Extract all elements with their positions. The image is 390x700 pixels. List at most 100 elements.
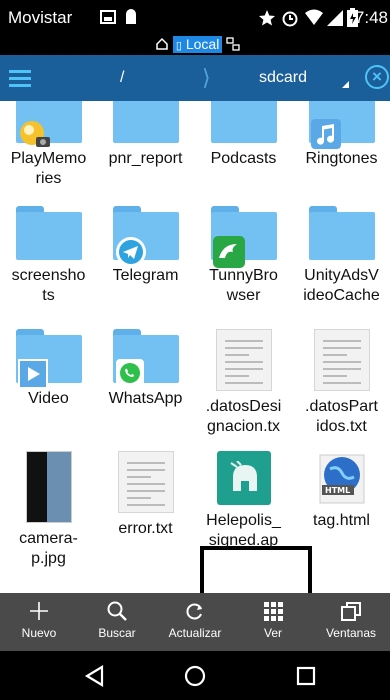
text-line	[126, 497, 151, 499]
file-name: camera-p.jpg	[19, 530, 78, 567]
image-thumbnail-icon	[25, 451, 72, 523]
text-file-icon	[313, 329, 370, 391]
text-line	[224, 368, 263, 370]
file-name: Podcasts	[210, 150, 277, 167]
refresh-icon	[156, 600, 234, 624]
path-separator-chevron-icon: ⟩	[202, 65, 211, 90]
file-item[interactable]: Podcasts	[195, 101, 292, 169]
dolphin-icon	[212, 236, 245, 268]
svg-text:HTML: HTML	[325, 486, 350, 495]
close-icon[interactable]: ×	[365, 65, 389, 89]
file-name: .datosPart idos.txt	[305, 398, 378, 435]
nuevo-button[interactable]: Nuevo	[0, 593, 78, 651]
file-item[interactable]: UnityAdsV ideoCache	[293, 206, 390, 306]
telegram-icon	[115, 236, 146, 267]
music-note-icon	[310, 119, 341, 149]
file-item[interactable]: Helepolis_ signed.ap	[195, 451, 292, 551]
text-line	[126, 483, 165, 485]
clock: 7:48	[354, 8, 388, 27]
recents-icon[interactable]	[296, 666, 316, 686]
text-line	[322, 375, 347, 377]
file-name: error.txt	[118, 520, 173, 537]
carrier-name: Movistar	[8, 8, 73, 27]
location-selector[interactable]: ▯ Local	[155, 36, 240, 53]
action-label: Actualizar	[168, 626, 222, 640]
file-item[interactable]: .datosPart idos.txt	[293, 329, 390, 437]
file-item[interactable]: pnr_report	[97, 101, 194, 169]
signal-icon	[327, 10, 343, 26]
file-item[interactable]: screensho ts	[0, 206, 97, 306]
html-file-icon: HTML	[316, 451, 368, 505]
text-line	[126, 462, 165, 464]
text-file-icon	[117, 451, 174, 513]
text-line	[224, 340, 263, 342]
file-name: Ringtones	[305, 150, 378, 167]
text-line	[322, 354, 347, 356]
alarm-icon	[282, 11, 298, 27]
network-icon	[226, 37, 240, 51]
file-name: pnr_report	[108, 150, 183, 167]
action-bar: Nuevo Buscar Actualizar Ver Ventanas	[0, 593, 390, 651]
status-bar: Movistar 7:48	[0, 0, 390, 34]
text-line	[322, 382, 361, 384]
file-name: Telegram	[112, 267, 179, 284]
file-item[interactable]: Ringtones	[293, 101, 390, 169]
text-line	[126, 490, 165, 492]
playmemories-icon	[18, 119, 50, 149]
folder-icon	[15, 329, 82, 389]
file-item[interactable]: Video	[0, 329, 97, 409]
selection-highlight	[200, 546, 312, 593]
file-item[interactable]: WhatsApp	[97, 329, 194, 409]
home-nav-icon[interactable]	[184, 665, 206, 687]
folder-icon	[15, 101, 82, 147]
ver-button[interactable]: Ver	[234, 593, 312, 651]
text-line	[322, 340, 361, 342]
folder-icon	[112, 206, 179, 267]
ventanas-button[interactable]: Ventanas	[312, 593, 390, 651]
windows-icon	[312, 600, 390, 624]
buscar-button[interactable]: Buscar	[78, 593, 156, 651]
file-name: .datosDesi gnacion.tx	[205, 398, 282, 435]
path-root[interactable]: /	[120, 69, 124, 87]
text-line	[126, 504, 165, 506]
actualizar-button[interactable]: Actualizar	[156, 593, 234, 651]
file-name: WhatsApp	[108, 390, 183, 407]
menu-icon[interactable]	[9, 69, 31, 87]
whatsapp-icon	[115, 359, 145, 389]
folder-icon	[210, 206, 277, 268]
navigation-bar	[0, 651, 390, 700]
local-chip[interactable]: ▯ Local	[172, 36, 223, 53]
wifi-icon	[305, 9, 323, 25]
file-item[interactable]: camera-p.jpg	[0, 451, 97, 569]
play-icon	[17, 359, 48, 389]
file-grid: PlayMemo ries pnr_report Podcasts Rington…	[0, 101, 390, 593]
file-item[interactable]: error.txt	[97, 451, 194, 539]
folder-icon	[210, 101, 277, 143]
text-line	[224, 347, 263, 349]
file-item[interactable]: HTML tag.html	[293, 451, 390, 531]
home-icon	[156, 37, 168, 50]
text-line	[224, 354, 249, 356]
path-current[interactable]: sdcard	[259, 69, 307, 87]
folder-icon	[308, 206, 375, 260]
text-line	[224, 375, 249, 377]
file-item[interactable]: .datosDesi gnacion.tx	[195, 329, 292, 437]
action-label: Buscar	[98, 626, 136, 640]
storage-icon: ▯	[175, 40, 182, 52]
helmet-app-icon	[216, 451, 271, 505]
text-line	[126, 476, 151, 478]
action-label: Ver	[263, 626, 282, 640]
file-item[interactable]: PlayMemo ries	[0, 101, 97, 189]
text-line	[224, 382, 263, 384]
action-label: Nuevo	[21, 626, 57, 640]
screenshot-notification-icon	[100, 10, 116, 24]
file-name: UnityAdsV ideoCache	[303, 267, 380, 304]
path-dropdown-icon[interactable]	[342, 81, 349, 88]
back-icon[interactable]	[84, 665, 104, 687]
text-line	[322, 361, 361, 363]
file-name: Helepolis_ signed.ap	[206, 512, 281, 549]
file-name: Video	[28, 390, 69, 407]
text-file-icon	[215, 329, 272, 391]
file-item[interactable]: Telegram	[97, 206, 194, 286]
file-item[interactable]: TunnyBro wser	[195, 206, 292, 306]
